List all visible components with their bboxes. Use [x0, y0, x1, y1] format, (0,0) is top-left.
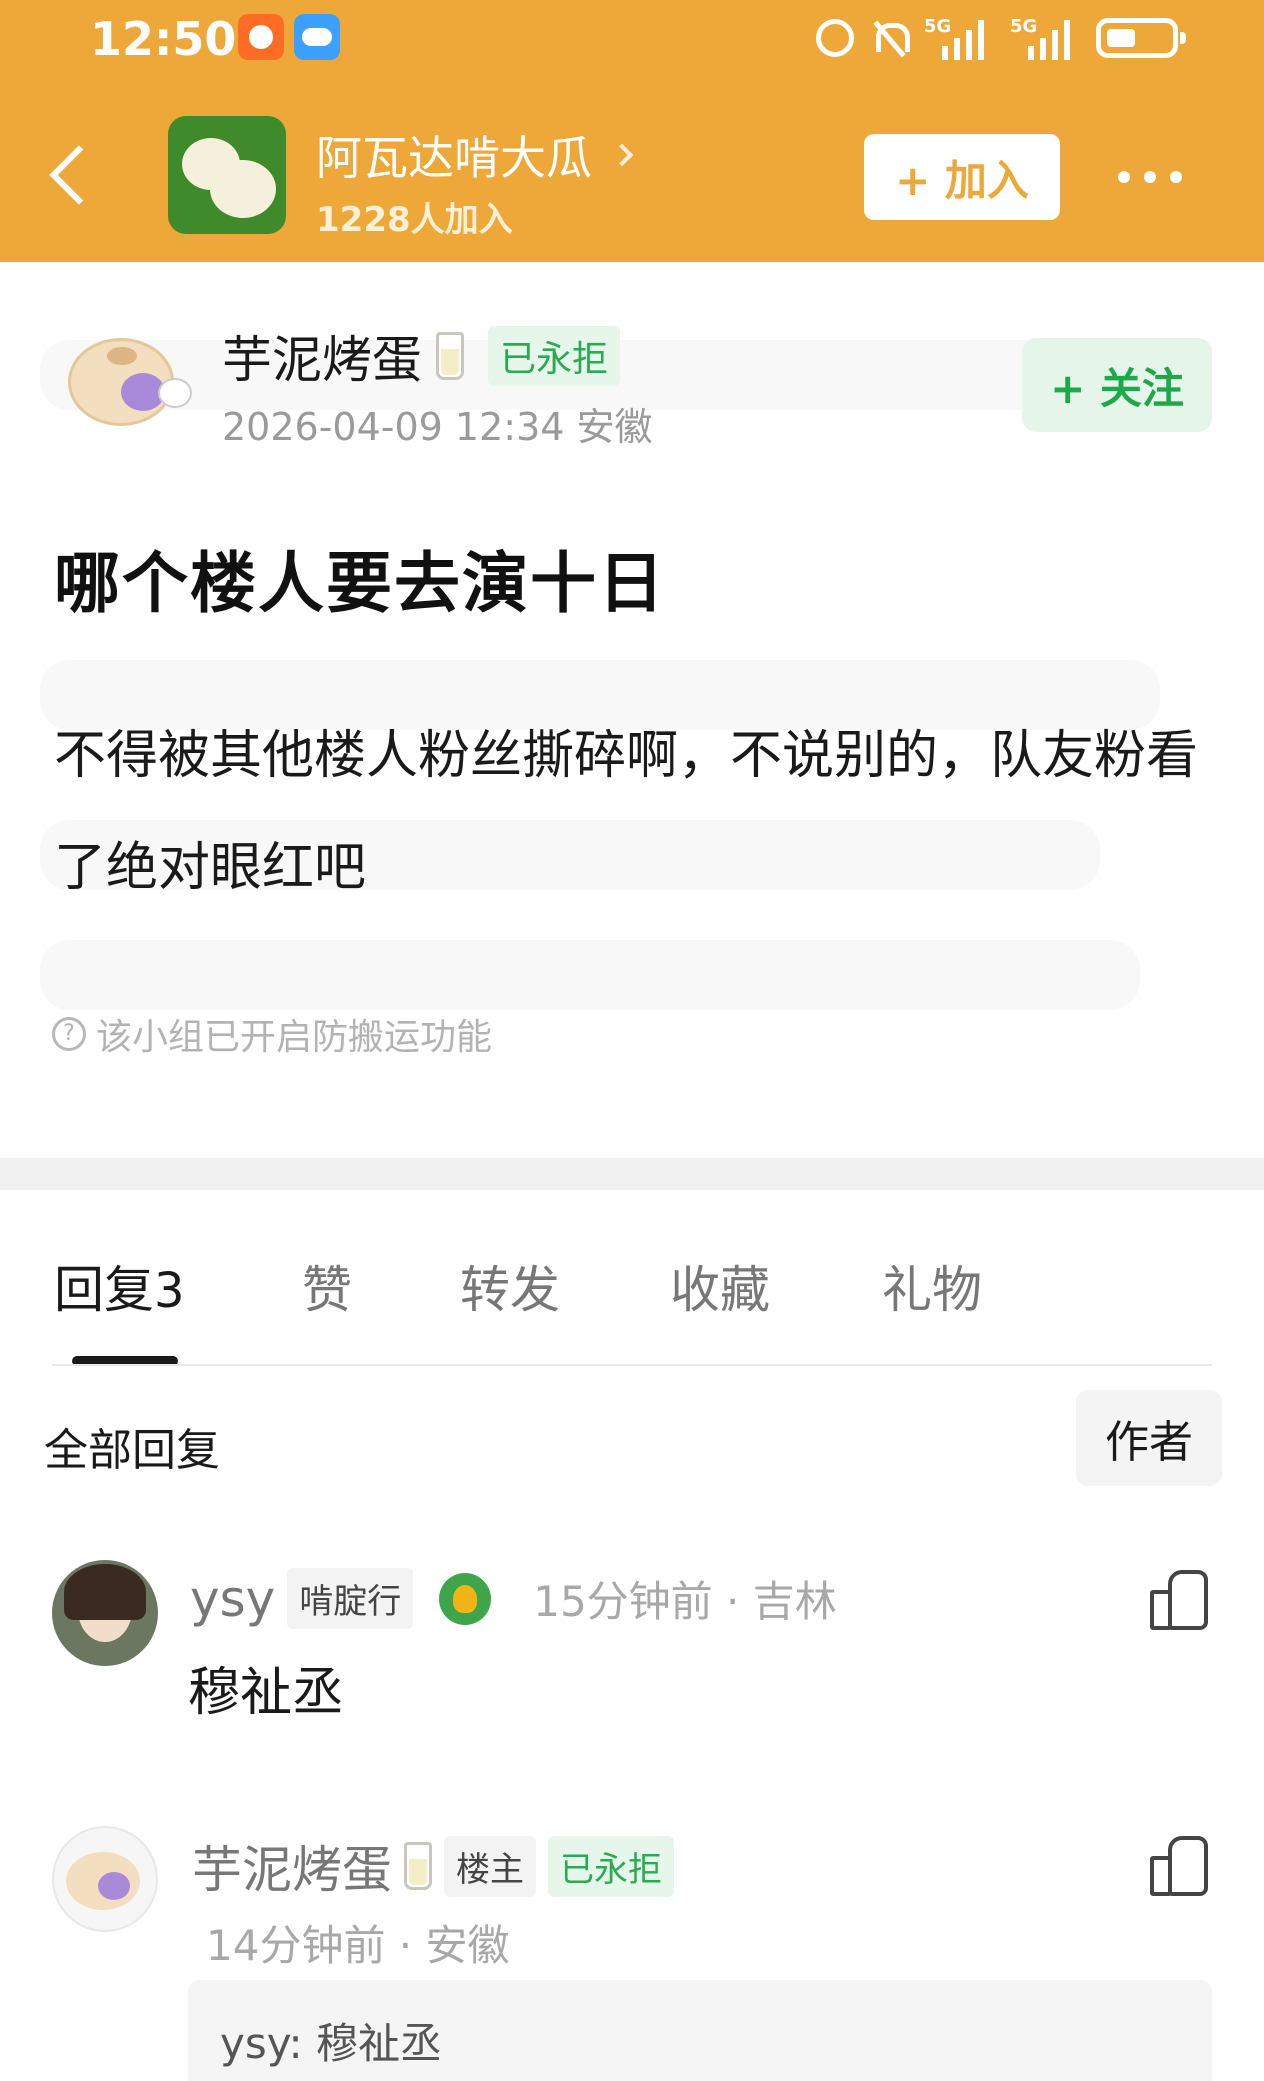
status-icons: 5G 5G: [816, 10, 1186, 66]
user-tag: 啃腚行: [287, 1568, 414, 1629]
tab-favorites[interactable]: 收藏: [670, 1250, 770, 1322]
milk-cup-icon: [436, 332, 464, 380]
post-title: 哪个楼人要去演十日: [54, 545, 666, 622]
comment-meta: 14分钟前 · 安徽: [206, 1921, 510, 1970]
thumbs-up-icon[interactable]: [1148, 1832, 1208, 1896]
follow-button[interactable]: + 关注: [1022, 338, 1212, 432]
tab-reposts[interactable]: 转发: [460, 1250, 560, 1322]
commenter-name[interactable]: 芋泥烤蛋: [192, 1830, 392, 1902]
more-options-icon[interactable]: [1110, 162, 1190, 192]
commenter-name[interactable]: ysy: [190, 1570, 275, 1628]
status-badge: 已永拒: [488, 326, 621, 386]
commenter-avatar[interactable]: [52, 1826, 158, 1932]
group-avatar[interactable]: [168, 116, 286, 234]
comment-meta: 15分钟前 · 吉林: [533, 1577, 837, 1626]
signal-icon: 5G: [924, 16, 994, 60]
comment-header: ysy 啃腚行 15分钟前 · 吉林: [190, 1568, 837, 1629]
flower-badge-icon: [439, 1572, 492, 1625]
group-name: 阿瓦达啃大瓜: [316, 131, 592, 185]
tab-replies[interactable]: 回复3: [54, 1250, 185, 1322]
group-member-count: 1228人加入: [316, 200, 513, 240]
group-name-link[interactable]: 阿瓦达啃大瓜: [316, 122, 634, 188]
tab-divider: [52, 1364, 1212, 1366]
owner-tag: 楼主: [444, 1835, 536, 1897]
mute-icon: [870, 19, 910, 57]
author-row: 芋泥烤蛋 已永拒: [222, 320, 621, 392]
tab-likes[interactable]: 赞: [302, 1250, 352, 1322]
back-arrow-icon[interactable]: [46, 136, 96, 216]
section-divider: [0, 1158, 1264, 1190]
alarm-icon: [816, 19, 854, 57]
thumbs-up-icon[interactable]: [1148, 1566, 1208, 1630]
tab-bar: 回复3 赞 转发 收藏 礼物: [0, 1250, 1264, 1330]
post-meta: 2026-04-09 12:34 安徽: [222, 405, 653, 449]
comment-header: 芋泥烤蛋 楼主 已永拒: [192, 1830, 674, 1902]
tab-gifts[interactable]: 礼物: [882, 1250, 982, 1322]
comment-text: 穆祉丞: [188, 1663, 345, 1723]
quoted-reply-text: ysy: 穆祉丞: [220, 2019, 443, 2068]
anti-copy-text: 该小组已开启防搬运功能: [96, 1017, 493, 1058]
question-circle-icon[interactable]: ?: [52, 1017, 86, 1051]
weather-app-icon: [294, 14, 340, 60]
signal-icon-2: 5G: [1010, 16, 1080, 60]
author-name[interactable]: 芋泥烤蛋: [222, 320, 422, 392]
join-group-button[interactable]: + 加入: [864, 134, 1060, 220]
all-replies-label: 全部回复: [44, 1425, 220, 1476]
milk-cup-icon: [404, 1842, 432, 1890]
battery-icon: [1096, 18, 1186, 58]
author-avatar[interactable]: [58, 320, 192, 430]
anti-copy-note: ? 该小组已开启防搬运功能: [52, 1008, 492, 1060]
status-time: 12:50: [90, 12, 237, 66]
post-body: 不得被其他楼人粉丝撕碎啊，不说别的，队友粉看了绝对眼红吧: [54, 726, 1199, 898]
notification-app-icon: [238, 14, 284, 60]
top-header: 12:50 5G 5G 阿瓦达啃大瓜 1228人加入 + 加入: [0, 0, 1264, 262]
author-only-filter-button[interactable]: 作者: [1076, 1390, 1222, 1486]
chevron-right-icon: [610, 143, 634, 167]
commenter-avatar[interactable]: [52, 1560, 158, 1666]
status-badge: 已永拒: [548, 1835, 674, 1897]
